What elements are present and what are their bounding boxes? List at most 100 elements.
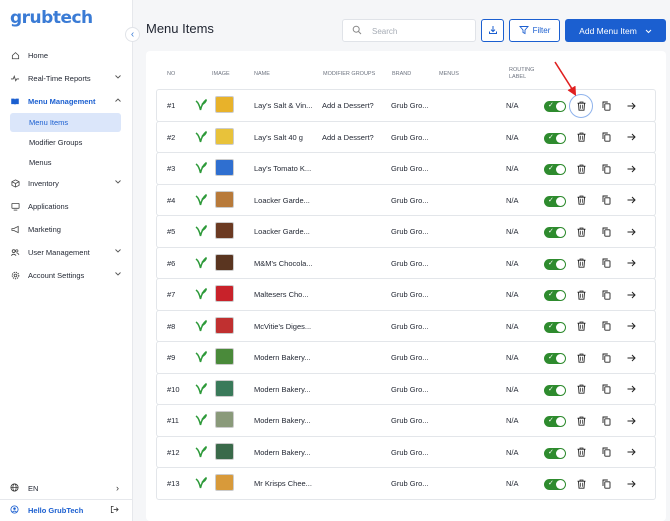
table-row[interactable]: #9 Modern Bakery... Grub Gro... N/A ✓ [156, 341, 656, 374]
sidebar-item-applications[interactable]: Applications [0, 195, 133, 218]
copy-icon[interactable] [600, 99, 612, 112]
trash-icon[interactable] [575, 320, 587, 333]
table-row[interactable]: #5 Loacker Garde... Grub Gro... N/A ✓ [156, 215, 656, 248]
copy-icon[interactable] [600, 414, 612, 427]
arrow-right-icon[interactable] [625, 414, 637, 427]
filter-button[interactable]: Filter [509, 19, 560, 42]
user-menu[interactable]: Hello GrubTech [0, 499, 133, 521]
availability-toggle[interactable]: ✓ [544, 101, 566, 112]
item-name[interactable]: M&M's Chocola... [254, 259, 313, 268]
table-row[interactable]: #3 Lay's Tomato K... Grub Gro... N/A ✓ [156, 152, 656, 185]
copy-icon[interactable] [600, 194, 612, 207]
trash-icon[interactable] [575, 288, 587, 301]
table-row[interactable]: #12 Modern Bakery... Grub Gro... N/A ✓ [156, 435, 656, 468]
trash-icon[interactable] [575, 162, 587, 175]
copy-icon[interactable] [600, 225, 612, 238]
download-button[interactable] [481, 19, 504, 42]
table-row[interactable]: #6 M&M's Chocola... Grub Gro... N/A ✓ [156, 246, 656, 279]
availability-toggle[interactable]: ✓ [544, 290, 566, 301]
availability-toggle[interactable]: ✓ [544, 227, 566, 238]
item-name[interactable]: McVitie's Diges... [254, 322, 311, 331]
arrow-right-icon[interactable] [625, 446, 637, 459]
users-icon [10, 248, 20, 258]
copy-icon[interactable] [600, 288, 612, 301]
availability-toggle[interactable]: ✓ [544, 353, 566, 364]
item-name[interactable]: Loacker Garde... [254, 227, 310, 236]
sidebar-item-menu-management[interactable]: Menu Management [0, 90, 133, 113]
table-row[interactable]: #7 Maltesers Cho... Grub Gro... N/A ✓ [156, 278, 656, 311]
availability-toggle[interactable]: ✓ [544, 258, 566, 270]
table-row[interactable]: #10 Modern Bakery... Grub Gro... N/A ✓ [156, 372, 656, 405]
copy-icon[interactable] [600, 383, 612, 396]
trash-icon[interactable] [575, 194, 587, 207]
item-name[interactable]: Modern Bakery... [254, 385, 311, 394]
arrow-right-icon[interactable] [625, 288, 637, 301]
sidebar-item-home[interactable]: Home [0, 44, 133, 67]
table-row[interactable]: #4 Loacker Garde... Grub Gro... N/A ✓ [156, 183, 656, 216]
gear-icon [10, 271, 20, 281]
sidebar-item-user-management[interactable]: User Management [0, 241, 133, 264]
item-name[interactable]: Lay's Tomato K... [254, 164, 311, 173]
sidebar-item-marketing[interactable]: Marketing [0, 218, 133, 241]
item-name[interactable]: Loacker Garde... [254, 196, 310, 205]
search-input[interactable] [372, 24, 472, 38]
arrow-right-icon[interactable] [625, 131, 637, 144]
sidebar-item-inventory[interactable]: Inventory [0, 172, 133, 195]
trash-icon[interactable] [575, 225, 587, 238]
availability-toggle[interactable]: ✓ [544, 447, 566, 459]
collapse-sidebar-button[interactable]: ‹ [125, 27, 140, 42]
availability-toggle[interactable]: ✓ [544, 416, 566, 427]
item-name[interactable]: Lay's Salt & Vin... [254, 101, 312, 110]
sidebar-subitem-menus[interactable]: Menus [0, 152, 133, 172]
logout-icon[interactable] [110, 505, 119, 516]
availability-toggle[interactable]: ✓ [544, 479, 566, 490]
item-name[interactable]: Maltesers Cho... [254, 290, 309, 299]
availability-toggle[interactable]: ✓ [544, 384, 566, 396]
item-name[interactable]: Modern Bakery... [254, 416, 311, 425]
copy-icon[interactable] [600, 320, 612, 333]
trash-icon[interactable] [575, 99, 587, 112]
arrow-right-icon[interactable] [625, 162, 637, 175]
arrow-right-icon[interactable] [625, 351, 637, 364]
box-icon [10, 179, 20, 189]
availability-toggle[interactable]: ✓ [544, 132, 566, 144]
arrow-right-icon[interactable] [625, 225, 637, 238]
grubtech-logo[interactable]: grubtech [10, 8, 93, 28]
copy-icon[interactable] [600, 351, 612, 364]
availability-toggle[interactable]: ✓ [544, 321, 566, 333]
trash-icon[interactable] [575, 351, 587, 364]
arrow-right-icon[interactable] [625, 383, 637, 396]
item-name[interactable]: Mr Krisps Chee... [254, 479, 312, 488]
copy-icon[interactable] [600, 477, 612, 490]
item-name[interactable]: Modern Bakery... [254, 448, 311, 457]
add-menu-item-button[interactable]: Add Menu Item [565, 19, 666, 42]
table-row[interactable]: #13 Mr Krisps Chee... Grub Gro... N/A ✓ [156, 467, 656, 500]
arrow-right-icon[interactable] [625, 99, 637, 112]
availability-toggle[interactable]: ✓ [544, 164, 566, 175]
arrow-right-icon[interactable] [625, 194, 637, 207]
arrow-right-icon[interactable] [625, 477, 637, 490]
sidebar-item-real-time-reports[interactable]: Real-Time Reports [0, 67, 133, 90]
table-row[interactable]: #11 Modern Bakery... Grub Gro... N/A ✓ [156, 404, 656, 437]
trash-icon[interactable] [575, 477, 587, 490]
copy-icon[interactable] [600, 446, 612, 459]
sidebar-subitem-modifier-groups[interactable]: Modifier Groups [0, 132, 133, 152]
table-row[interactable]: #8 McVitie's Diges... Grub Gro... N/A ✓ [156, 309, 656, 342]
language-selector[interactable]: EN › [0, 477, 133, 499]
trash-icon[interactable] [575, 257, 587, 270]
copy-icon[interactable] [600, 257, 612, 270]
arrow-right-icon[interactable] [625, 257, 637, 270]
arrow-right-icon[interactable] [625, 320, 637, 333]
item-name[interactable]: Lay's Salt 40 g [254, 133, 303, 142]
sidebar-item-account-settings[interactable]: Account Settings [0, 264, 133, 287]
copy-icon[interactable] [600, 131, 612, 144]
item-name[interactable]: Modern Bakery... [254, 353, 311, 362]
trash-icon[interactable] [575, 446, 587, 459]
trash-icon[interactable] [575, 414, 587, 427]
sidebar-subitem-menu-items[interactable]: Menu Items [10, 113, 121, 132]
availability-toggle[interactable]: ✓ [544, 195, 566, 207]
trash-icon[interactable] [575, 383, 587, 396]
trash-icon[interactable] [575, 131, 587, 144]
table-row[interactable]: #2 Lay's Salt 40 g Add a Dessert? Grub Gro.… [156, 120, 656, 153]
copy-icon[interactable] [600, 162, 612, 175]
